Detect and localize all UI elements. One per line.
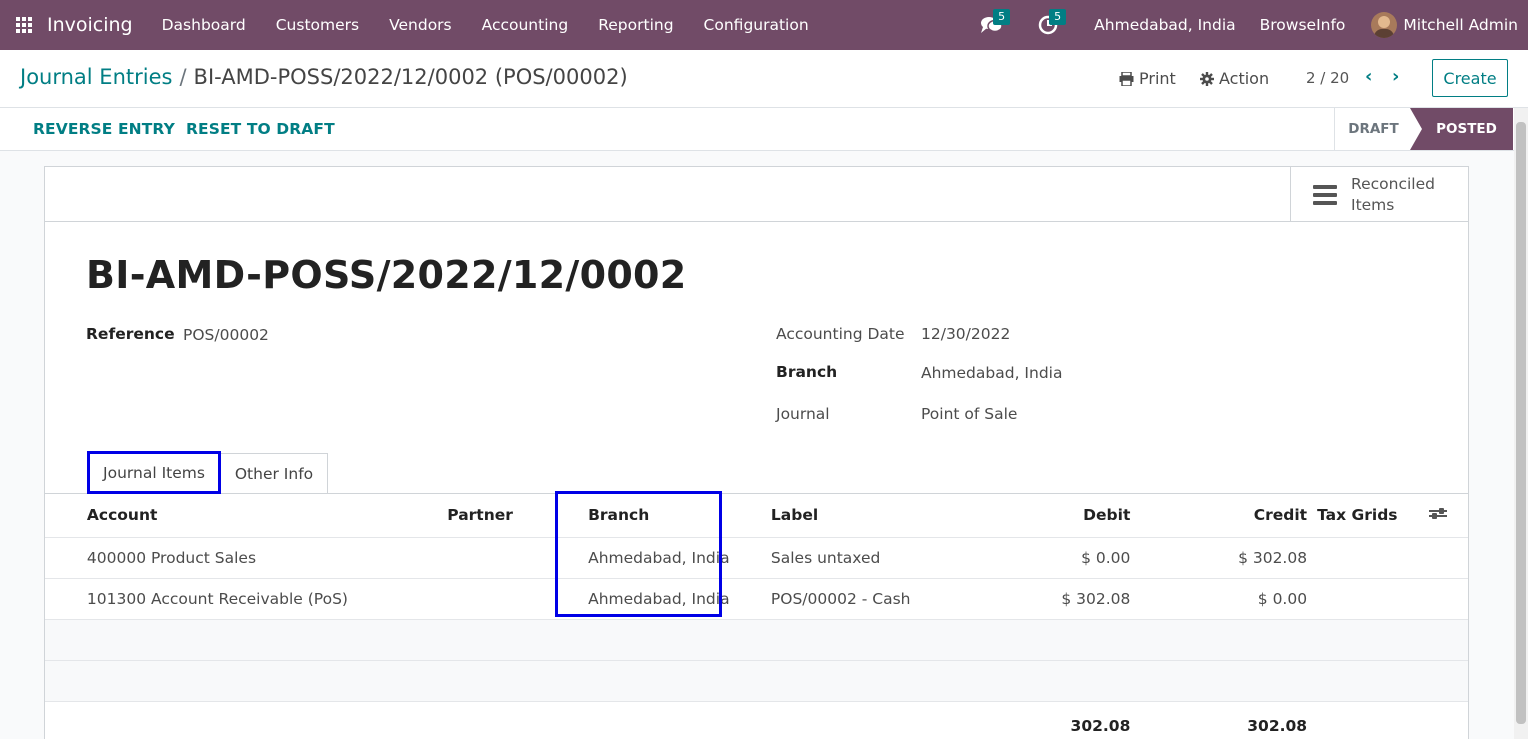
print-icon — [1119, 71, 1134, 86]
apps-menu-icon[interactable] — [0, 0, 47, 50]
header-debit[interactable]: Debit — [1005, 494, 1131, 538]
header-branch[interactable]: Branch — [578, 494, 771, 538]
breadcrumb-journal-entries[interactable]: Journal Entries — [20, 65, 172, 89]
scrollbar-thumb[interactable] — [1516, 122, 1526, 724]
accounting-date-label: Accounting Date — [776, 325, 905, 343]
stage-draft[interactable]: DRAFT — [1334, 108, 1412, 150]
menu-vendors[interactable]: Vendors — [374, 0, 467, 50]
print-label: Print — [1139, 69, 1176, 88]
reconciled-items-label-2: Items — [1351, 195, 1395, 214]
messages-badge: 5 — [993, 9, 1011, 25]
pager-previous-icon[interactable]: ‹ — [1365, 66, 1372, 87]
cell-branch: Ahmedabad, India — [578, 578, 771, 620]
menu-configuration[interactable]: Configuration — [689, 0, 824, 50]
cell-debit: $ 302.08 — [1005, 578, 1131, 620]
notebook-tabs: Other Info Journal Items — [45, 451, 1468, 494]
cell-label: Sales untaxed — [770, 537, 1006, 579]
entry-title: BI-AMD-POSS/2022/12/0002 — [86, 253, 687, 297]
reset-to-draft-button[interactable]: RESET TO DRAFT — [186, 120, 335, 138]
menu-dashboard[interactable]: Dashboard — [147, 0, 261, 50]
table-row[interactable]: 400000 Product Sales Ahmedabad, India Sa… — [45, 537, 1468, 579]
header-label[interactable]: Label — [770, 494, 1006, 538]
journal-value: Point of Sale — [921, 405, 1018, 423]
cell-partner — [447, 578, 579, 620]
header-account[interactable]: Account — [86, 494, 448, 538]
cell-tax-grids — [1307, 578, 1407, 620]
tab-journal-items[interactable]: Journal Items — [87, 451, 221, 494]
pager-next-icon[interactable]: › — [1392, 66, 1399, 87]
create-button[interactable]: Create — [1432, 59, 1508, 97]
branch-switcher[interactable]: Ahmedabad, India — [1082, 16, 1247, 34]
breadcrumb-current: BI-AMD-POSS/2022/12/0002 (POS/00002) — [193, 65, 628, 89]
empty-row — [45, 619, 1468, 661]
journal-items-table: Account Partner Branch Label Debit Credi… — [45, 494, 1468, 739]
optional-columns-toggle[interactable] — [1406, 494, 1468, 538]
cell-credit: $ 0.00 — [1130, 578, 1308, 620]
pager-value[interactable]: 2 / 20 — [1306, 69, 1349, 87]
table-row[interactable]: 101300 Account Receivable (PoS) Ahmedaba… — [45, 578, 1468, 620]
menu-customers[interactable]: Customers — [261, 0, 374, 50]
action-button[interactable]: Action — [1200, 69, 1269, 88]
cell-account: 400000 Product Sales — [86, 537, 448, 579]
reference-value: POS/00002 — [183, 326, 269, 344]
top-navbar: Invoicing Dashboard Customers Vendors Ac… — [0, 0, 1528, 50]
list-icon — [1313, 181, 1337, 209]
form-sheet: Reconciled Items BI-AMD-POSS/2022/12/000… — [44, 166, 1469, 739]
stage-posted[interactable]: POSTED — [1410, 108, 1513, 150]
header-spacer — [45, 494, 87, 538]
menu-accounting[interactable]: Accounting — [467, 0, 584, 50]
total-debit: 302.08 — [1070, 717, 1131, 736]
reconciled-items-label-1: Reconciled — [1351, 174, 1435, 193]
user-menu[interactable]: Mitchell Admin — [1357, 12, 1528, 38]
gear-icon — [1200, 71, 1214, 86]
statusbar: REVERSE ENTRY RESET TO DRAFT DRAFT POSTE… — [0, 108, 1528, 151]
branch-value: Ahmedabad, India — [921, 364, 1063, 382]
empty-row — [45, 660, 1468, 702]
cell-account: 101300 Account Receivable (PoS) — [86, 578, 448, 620]
print-button[interactable]: Print — [1119, 69, 1176, 88]
cell-branch: Ahmedabad, India — [578, 537, 771, 579]
cell-tax-grids — [1307, 537, 1407, 579]
user-name: Mitchell Admin — [1403, 16, 1518, 34]
activities-badge: 5 — [1049, 9, 1067, 25]
header-partner[interactable]: Partner — [447, 494, 579, 538]
header-tax-grids[interactable]: Tax Grids — [1307, 494, 1407, 538]
totals-row: 302.08 302.08 — [45, 701, 1468, 739]
cell-credit: $ 302.08 — [1130, 537, 1308, 579]
action-label: Action — [1219, 69, 1270, 88]
header-credit[interactable]: Credit — [1130, 494, 1308, 538]
table-header: Account Partner Branch Label Debit Credi… — [45, 494, 1468, 538]
reverse-entry-button[interactable]: REVERSE ENTRY — [33, 120, 175, 138]
messages-button[interactable]: 5 — [970, 0, 1014, 50]
reconciled-items-button[interactable]: Reconciled Items — [1290, 167, 1468, 222]
button-box: Reconciled Items — [45, 167, 1468, 222]
avatar — [1371, 12, 1398, 38]
journal-label: Journal — [776, 405, 830, 423]
sliders-icon — [1428, 507, 1447, 520]
menu-reporting[interactable]: Reporting — [583, 0, 688, 50]
breadcrumb: Journal Entries / BI-AMD-POSS/2022/12/0002… — [20, 65, 628, 89]
company-switcher[interactable]: BrowseInfo — [1248, 16, 1358, 34]
cell-label: POS/00002 - Cash — [770, 578, 1006, 620]
branch-label: Branch — [776, 363, 838, 381]
reference-label: Reference — [86, 325, 175, 343]
accounting-date-value: 12/30/2022 — [921, 325, 1011, 343]
activities-button[interactable]: 5 — [1026, 0, 1070, 50]
scrollbar[interactable] — [1514, 108, 1528, 739]
total-credit: 302.08 — [1247, 717, 1308, 736]
cell-partner — [447, 537, 579, 579]
cell-debit: $ 0.00 — [1005, 537, 1131, 579]
breadcrumb-separator: / — [179, 65, 187, 89]
control-panel: Journal Entries / BI-AMD-POSS/2022/12/0002… — [0, 50, 1528, 108]
tab-other-info[interactable]: Other Info — [220, 453, 328, 494]
app-name[interactable]: Invoicing — [47, 14, 133, 36]
